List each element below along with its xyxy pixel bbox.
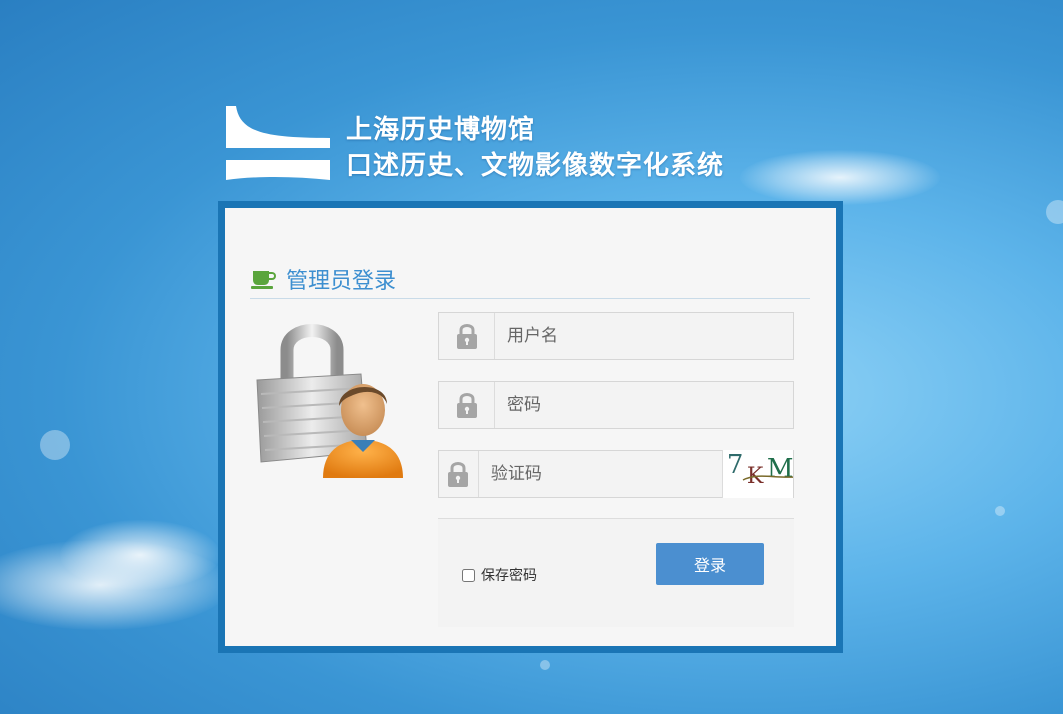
bokeh-decoration [540,660,550,670]
title-line-1: 上海历史博物馆 [346,115,536,145]
cloud-decoration [60,520,220,590]
captcha-input[interactable] [478,451,722,497]
lock-icon-box [439,313,495,359]
captcha-image[interactable]: 7 K M Q [721,450,793,498]
login-panel-frame: 管理员登录 用户名 验证码 7 K M 保存密码 登录 [218,201,843,653]
lock-icon-box [439,451,479,497]
padlock-user-icon [256,324,403,478]
password-field [438,381,794,429]
login-title: 管理员登录 [286,269,397,294]
museum-logo [226,106,330,180]
site-title: 上海历史博物馆 口述历史、文物影像数字化系统 [346,112,724,184]
password-input[interactable] [495,382,793,428]
username-field [438,312,794,360]
bokeh-decoration [995,506,1005,516]
lock-icon [456,393,477,418]
cloud-decoration [740,150,940,205]
username-input[interactable] [495,313,793,359]
captcha-field: 7 K M Q [438,450,794,498]
lock-icon [448,462,469,487]
remember-checkbox[interactable] [462,568,475,582]
bokeh-decoration [40,430,70,460]
remember-password[interactable]: 保存密码 [462,565,537,585]
bokeh-decoration [1046,200,1063,224]
login-panel: 管理员登录 用户名 验证码 7 K M 保存密码 登录 [225,208,836,646]
login-actions: 保存密码 登录 [438,518,794,627]
remember-label: 保存密码 [481,568,537,584]
login-button[interactable]: 登录 [656,543,764,585]
coffee-cup-icon [251,271,276,289]
login-header: 管理员登录 [250,260,810,299]
lock-icon-box [439,382,495,428]
lock-icon [456,324,477,349]
title-line-2: 口述历史、文物影像数字化系统 [346,151,725,181]
captcha-noise [742,475,793,481]
